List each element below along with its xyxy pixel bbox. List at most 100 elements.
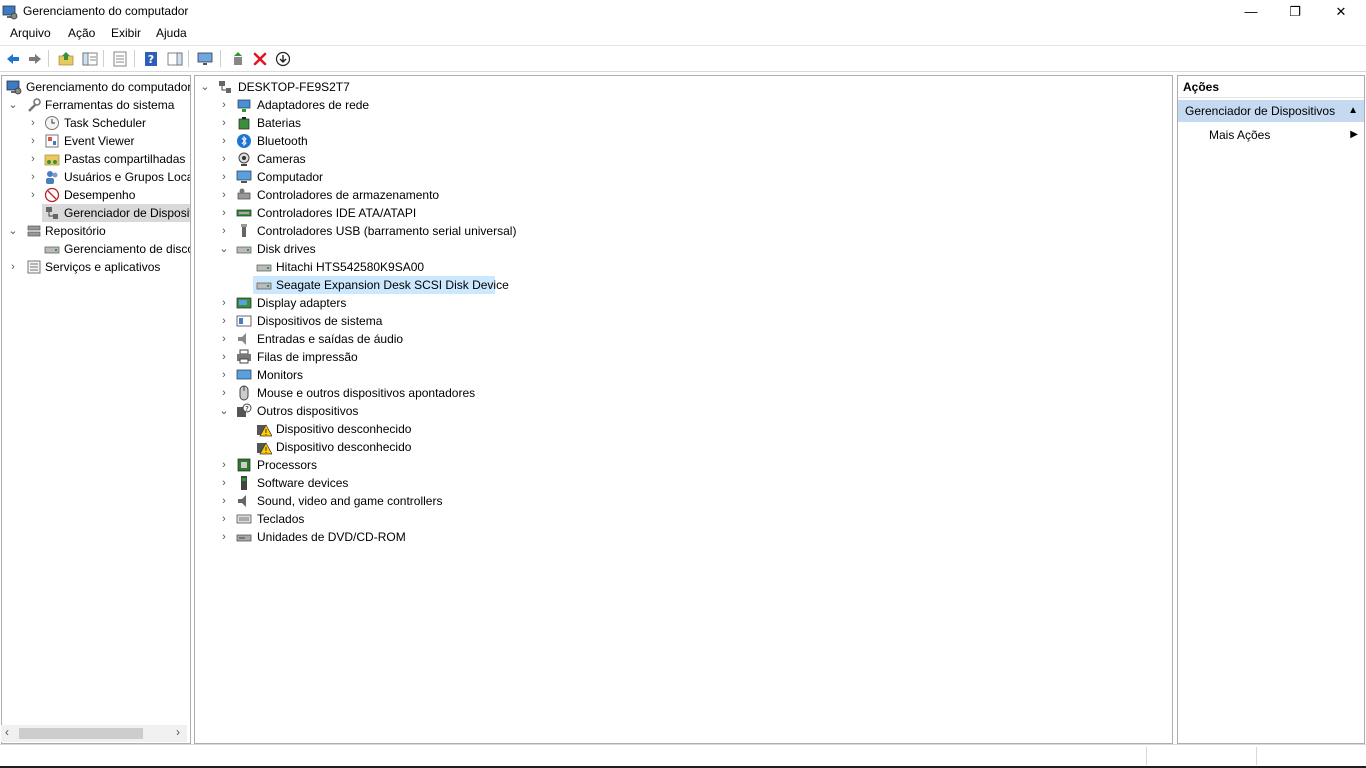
tree-item-gerenciador[interactable]: Gerenciador de Disposit [2,204,190,222]
device-category[interactable]: › Processors [195,456,1172,474]
device-category[interactable]: › Filas de impressão [195,348,1172,366]
scroll-left-icon[interactable]: ‹ [5,725,9,739]
show-action-pane-button[interactable] [166,50,183,67]
tree-item-event-viewer[interactable]: › Event Viewer [2,132,190,150]
chevron-down-icon[interactable]: ⌄ [219,240,229,258]
menu-arquivo[interactable]: Arquivo [10,26,51,40]
chevron-right-icon[interactable]: › [219,528,229,546]
unknown-device-item[interactable]: ! Dispositivo desconhecido [195,420,1172,438]
chevron-right-icon[interactable]: › [219,492,229,510]
device-category[interactable]: › Teclados [195,510,1172,528]
close-button[interactable]: ✕ [1318,0,1364,24]
chevron-right-icon[interactable]: › [28,114,38,132]
disk-drive-item[interactable]: Seagate Expansion Desk SCSI Disk Device [195,276,1172,294]
chevron-right-icon[interactable]: › [219,474,229,492]
unknown-device-item[interactable]: ! Dispositivo desconhecido [195,438,1172,456]
chevron-right-icon[interactable]: › [219,312,229,330]
chevron-right-icon[interactable]: › [219,204,229,222]
minimize-button[interactable]: — [1228,0,1274,24]
device-root[interactable]: ⌄ DESKTOP-FE9S2T7 [195,78,1172,96]
add-driver-button[interactable] [229,50,246,67]
scrollbar-thumb[interactable] [19,728,143,739]
device-category[interactable]: › Software devices [195,474,1172,492]
chevron-right-icon[interactable]: › [8,258,18,276]
device-category[interactable]: ⌄ Disk drives [195,240,1172,258]
computer-management-icon [6,80,22,95]
chevron-right-icon[interactable]: › [28,132,38,150]
chevron-right-icon[interactable]: › [28,186,38,204]
device-category[interactable]: › Adaptadores de rede [195,96,1172,114]
back-button[interactable] [4,50,21,67]
device-category[interactable]: › Sound, video and game controllers [195,492,1172,510]
chevron-right-icon[interactable]: › [219,510,229,528]
chevron-right-icon[interactable]: › [219,96,229,114]
device-category[interactable]: › Entradas e saídas de áudio [195,330,1172,348]
chevron-right-icon[interactable]: › [219,456,229,474]
show-hide-tree-button[interactable] [81,50,98,67]
device-category[interactable]: › Cameras [195,150,1172,168]
tree-item-repositorio[interactable]: ⌄ Repositório [2,222,190,240]
scroll-right-icon[interactable]: › [176,725,180,739]
chevron-down-icon[interactable]: ⌄ [8,222,18,240]
chevron-down-icon[interactable]: ⌄ [8,96,18,114]
device-category[interactable]: › Controladores de armazenamento [195,186,1172,204]
tree-item-disk-management[interactable]: Gerenciamento de disco [2,240,190,258]
device-category[interactable]: › Dispositivos de sistema [195,312,1172,330]
chevron-right-icon[interactable]: › [219,330,229,348]
actions-group-device-manager[interactable]: Gerenciador de Dispositivos ▲ [1178,100,1364,122]
device-category[interactable]: › Controladores IDE ATA/ATAPI [195,204,1172,222]
tree-item-task-scheduler[interactable]: › Task Scheduler [2,114,190,132]
left-pane-horizontal-scrollbar[interactable]: ‹ › [1,725,187,742]
tree-item-servicos[interactable]: › Serviços e aplicativos [2,258,190,276]
navigation-tree-pane[interactable]: Gerenciamento do computador ⌄ Ferramenta… [1,75,191,744]
device-tree-pane[interactable]: ⌄ DESKTOP-FE9S2T7 › Adaptadores de rede › B… [194,75,1173,744]
chevron-right-icon[interactable]: › [219,168,229,186]
chevron-right-icon[interactable]: › [219,132,229,150]
camera-icon [238,152,250,166]
menu-acao[interactable]: Ação [68,26,95,40]
device-category[interactable]: › Unidades de DVD/CD-ROM [195,528,1172,546]
menu-exibir[interactable]: Exibir [111,26,141,40]
tree-item-desempenho[interactable]: › Desempenho [2,186,190,204]
more-actions-item[interactable]: Mais Ações ▶ [1178,124,1364,146]
tree-item-pastas[interactable]: › Pastas compartilhadas [2,150,190,168]
help-button[interactable]: ? [142,50,159,67]
forward-button[interactable] [26,50,43,67]
chevron-right-icon[interactable]: › [219,150,229,168]
chevron-right-icon[interactable]: › [219,114,229,132]
chevron-right-icon[interactable]: › [219,222,229,240]
menu-ajuda[interactable]: Ajuda [156,26,187,40]
chevron-right-icon[interactable]: › [28,168,38,186]
tree-item-usuarios[interactable]: › Usuários e Grupos Loca [2,168,190,186]
chevron-right-icon[interactable]: › [219,384,229,402]
device-category[interactable]: › Mouse e outros dispositivos apontadores [195,384,1172,402]
device-category[interactable]: › Controladores USB (barramento serial un… [195,222,1172,240]
device-category[interactable]: › Display adapters [195,294,1172,312]
disk-drive-item[interactable]: Hitachi HTS542580K9SA00 [195,258,1172,276]
up-button[interactable] [57,50,74,67]
chevron-right-icon[interactable]: › [219,348,229,366]
chevron-down-icon[interactable]: ⌄ [219,402,229,420]
device-category[interactable]: › Bluetooth [195,132,1172,150]
device-category[interactable]: › Baterias [195,114,1172,132]
uninstall-button[interactable] [251,50,268,67]
chevron-right-icon[interactable]: › [28,150,38,168]
device-manager-icon [46,207,58,219]
system-device-icon [236,315,252,327]
device-category[interactable]: ⌄? Outros dispositivos [195,402,1172,420]
scan-hardware-button[interactable] [196,50,213,67]
collapse-up-icon[interactable]: ▲ [1348,100,1358,122]
restore-button[interactable]: ❐ [1272,0,1318,24]
chevron-right-icon[interactable]: › [219,186,229,204]
properties-button[interactable] [111,50,128,67]
device-category[interactable]: › Monitors [195,366,1172,384]
tree-item-ferramentas[interactable]: ⌄ Ferramentas do sistema [2,96,190,114]
device-category[interactable]: › Computador [195,168,1172,186]
chevron-right-icon[interactable]: › [219,294,229,312]
tree-item-label: Gerenciador de Disposit [64,206,191,220]
chevron-right-icon[interactable]: › [219,366,229,384]
device-category-label: Processors [257,458,318,472]
chevron-down-icon[interactable]: ⌄ [200,78,210,96]
tree-root[interactable]: Gerenciamento do computador [2,78,190,96]
update-driver-button[interactable] [274,50,291,67]
